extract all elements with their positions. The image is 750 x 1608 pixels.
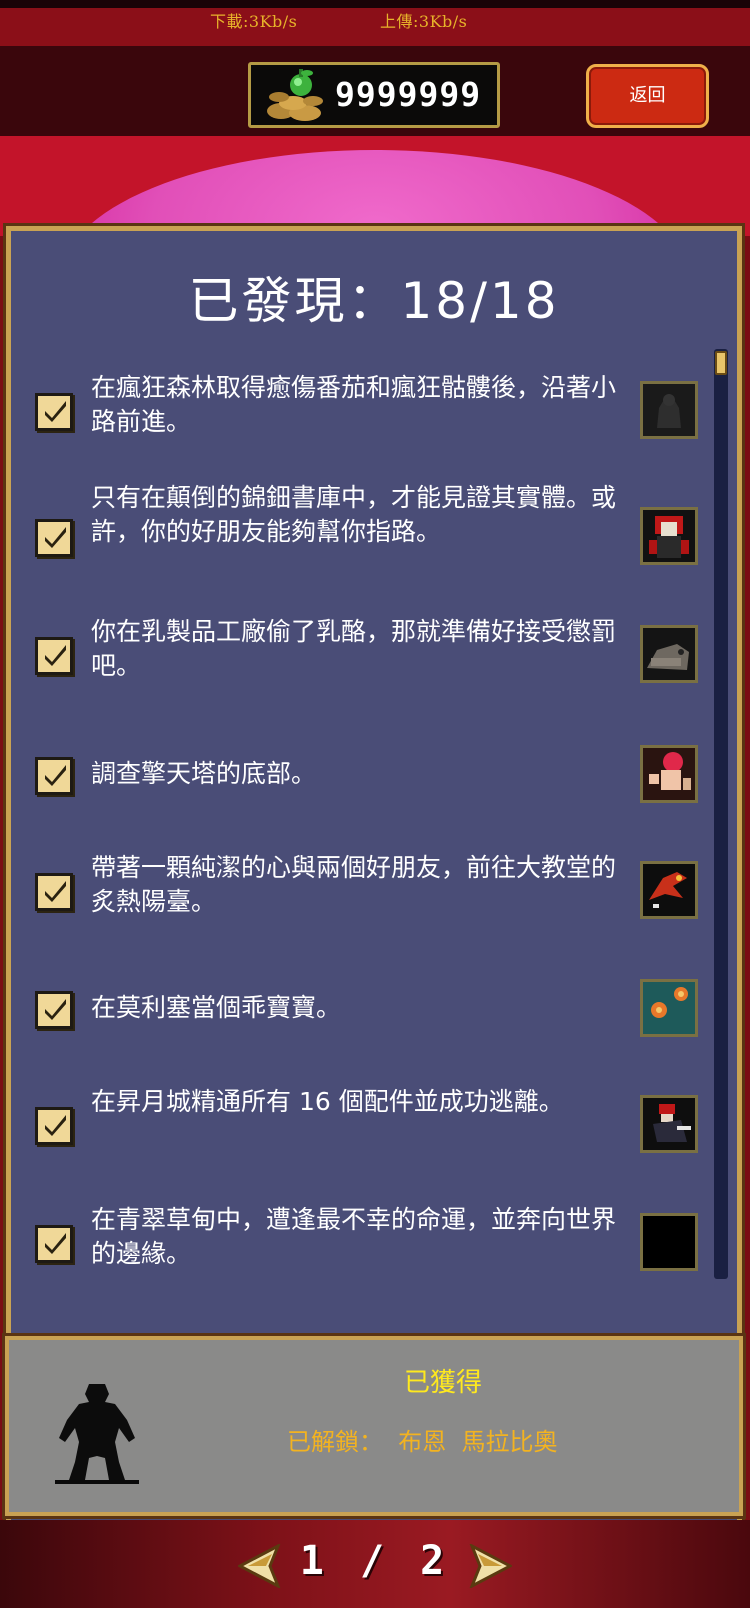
quest-text: 調查擎天塔的底部。 xyxy=(91,759,317,788)
portrait-black-empty-icon xyxy=(640,1213,698,1271)
quest-text: 在瘋狂森林取得癒傷番茄和瘋狂骷髏後，沿著小路前進。 xyxy=(91,373,617,436)
check-icon xyxy=(45,401,66,422)
list-item[interactable]: 在昇月城精通所有 16 個配件並成功逃離。 xyxy=(11,1085,711,1195)
checkbox-checked xyxy=(35,1225,73,1263)
background-glow xyxy=(0,136,750,236)
checkbox-checked xyxy=(35,757,73,795)
scrollbar-thumb[interactable] xyxy=(715,351,727,375)
list-item[interactable]: 在莫利塞當個乖寶寶。 xyxy=(11,969,711,1079)
portrait-red-haired-figure-icon xyxy=(640,507,698,565)
unlock-text: 已解鎖： 布恩 馬拉比奧 xyxy=(287,1428,558,1456)
quest-text: 在昇月城精通所有 16 個配件並成功逃離。 xyxy=(91,1087,564,1116)
quest-text: 只有在顛倒的錦鈿書庫中，才能見證其實體。或許，你的好朋友能夠幫你指路。 xyxy=(91,483,617,546)
secrets-panel: 已發現：18/18 在瘋狂森林取得癒傷番茄和瘋狂骷髏後，沿著小路前進。 只有在顛… xyxy=(3,223,745,1529)
upload-speed: 上傳:3Kb/s xyxy=(380,12,468,31)
checkbox-checked xyxy=(35,637,73,675)
coin-amount: 9999999 xyxy=(335,75,482,114)
check-icon xyxy=(45,1115,66,1136)
list-item[interactable]: 在瘋狂森林取得癒傷番茄和瘋狂骷髏後，沿著小路前進。 xyxy=(11,371,711,481)
panel-title: 已發現：18/18 xyxy=(188,272,560,330)
page-indicator: 1 / 2 xyxy=(299,1538,451,1584)
check-icon xyxy=(45,645,66,666)
portrait-dark-ninja-icon xyxy=(640,1095,698,1153)
checkbox-checked xyxy=(35,991,73,1029)
list-item[interactable]: 只有在顛倒的錦鈿書庫中，才能見證其實體。或許，你的好朋友能夠幫你指路。 xyxy=(11,481,711,591)
check-icon xyxy=(45,765,66,786)
download-speed: 下載:3Kb/s xyxy=(210,12,298,31)
check-icon xyxy=(45,1233,66,1254)
list-item[interactable]: 在青翠草甸中，遭逢最不幸的命運，並奔向世界的邊緣。 xyxy=(11,1203,711,1313)
checkbox-checked xyxy=(35,873,73,911)
coin-counter: 9999999 xyxy=(248,62,500,128)
portrait-red-hair-warrior-icon xyxy=(640,745,698,803)
checkbox-checked xyxy=(35,519,73,557)
status-bar: 下載:3Kb/s 上傳:3Kb/s xyxy=(0,0,750,46)
quest-text: 在莫利塞當個乖寶寶。 xyxy=(91,993,342,1022)
back-button[interactable]: 返回 xyxy=(586,64,709,128)
portrait-orange-orbs-icon xyxy=(640,979,698,1037)
next-page-arrow-icon[interactable] xyxy=(466,1544,512,1588)
quest-text: 在青翠草甸中，遭逢最不幸的命運，並奔向世界的邊緣。 xyxy=(91,1205,617,1268)
check-icon xyxy=(45,881,66,902)
pager: 1 / 2 xyxy=(0,1530,750,1600)
checkbox-checked xyxy=(35,1107,73,1145)
detail-box: 已獲得 已解鎖： 布恩 馬拉比奧 xyxy=(2,1333,746,1519)
quest-text: 你在乳製品工廠偷了乳酪，那就準備好接受懲罰吧。 xyxy=(91,617,617,680)
portrait-grey-rat-icon xyxy=(640,625,698,683)
portrait-dark-ape-icon xyxy=(640,381,698,439)
acquired-status: 已獲得 xyxy=(404,1368,483,1398)
list-item[interactable]: 帶著一顆純潔的心與兩個好朋友，前往大教堂的炙熱陽臺。 xyxy=(11,851,711,961)
checkbox-checked xyxy=(35,393,73,431)
portrait-red-bird-icon xyxy=(640,861,698,919)
list-item[interactable]: 你在乳製品工廠偷了乳酪，那就準備好接受懲罰吧。 xyxy=(11,615,711,725)
coin-pile-icon xyxy=(267,69,323,121)
list-item[interactable]: 調查擎天塔的底部。 xyxy=(11,735,711,845)
scrollbar-track[interactable] xyxy=(714,349,728,1279)
check-icon xyxy=(45,999,66,1020)
quest-text: 帶著一顆純潔的心與兩個好朋友，前往大教堂的炙熱陽臺。 xyxy=(91,853,617,916)
character-silhouette-icon xyxy=(55,1384,139,1484)
check-icon xyxy=(45,527,66,548)
